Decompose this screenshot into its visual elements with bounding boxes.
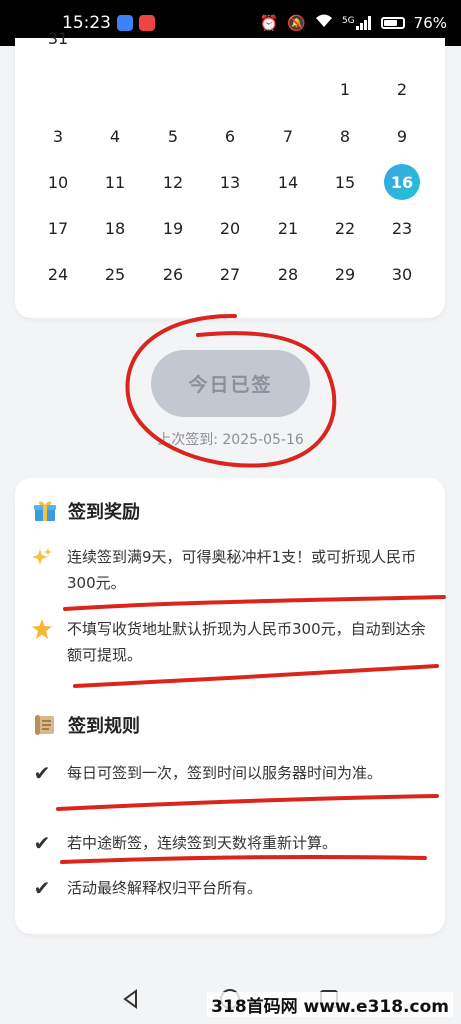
calendar-day[interactable]: 26 bbox=[155, 256, 191, 292]
calendar-day-today[interactable]: 16 bbox=[384, 164, 420, 200]
calendar-day[interactable]: 30 bbox=[384, 256, 420, 292]
rule-text: 若中途断签，连续签到天数将重新计算。 bbox=[67, 834, 338, 852]
calendar-day[interactable]: 31 bbox=[40, 20, 76, 56]
rules-title: 签到规则 bbox=[68, 716, 140, 737]
calendar-day[interactable]: 13 bbox=[212, 164, 248, 200]
calendar-day[interactable]: 29 bbox=[327, 256, 363, 292]
sparkles-icon bbox=[29, 544, 55, 570]
calendar-day[interactable]: 2 bbox=[384, 71, 420, 107]
calendar-day[interactable]: 12 bbox=[155, 164, 191, 200]
check-icon: ✔ bbox=[33, 876, 51, 900]
calendar-day[interactable]: 21 bbox=[270, 210, 306, 246]
calendar-day[interactable]: 25 bbox=[97, 256, 133, 292]
signal-icon: 5G bbox=[342, 16, 372, 30]
network-type: 5G bbox=[341, 16, 355, 26]
calendar-day[interactable]: 18 bbox=[97, 210, 133, 246]
calendar-day[interactable]: 28 bbox=[270, 256, 306, 292]
calendar-day[interactable]: 20 bbox=[212, 210, 248, 246]
checkin-button[interactable]: 今日已签 bbox=[151, 350, 310, 417]
calendar-card: 1 2 3 4 5 6 7 8 9 10 11 12 13 14 15 16 17 18 19 20 21 22 23 24 2… bbox=[15, 29, 445, 318]
reward-text: 连续签到满9天，可得奥秘冲杆1支！或可折现人民币300元。 bbox=[67, 548, 417, 592]
calendar-day[interactable]: 3 bbox=[40, 118, 76, 154]
rules-header: 签到规则 bbox=[32, 712, 140, 738]
check-icon: ✔ bbox=[33, 831, 51, 855]
wifi-icon bbox=[315, 14, 333, 32]
calendar-day[interactable]: 11 bbox=[97, 164, 133, 200]
calendar-day[interactable]: 7 bbox=[270, 118, 306, 154]
calendar-day[interactable]: 8 bbox=[327, 118, 363, 154]
back-icon[interactable] bbox=[118, 986, 144, 1012]
notification-app-icon bbox=[117, 15, 133, 31]
battery-icon bbox=[380, 17, 405, 29]
calendar-day[interactable]: 17 bbox=[40, 210, 76, 246]
calendar-grid: 1 2 3 4 5 6 7 8 9 10 11 12 13 14 15 16 17 18 19 20 21 22 23 24 2… bbox=[15, 29, 445, 318]
rule-text: 每日可签到一次，签到时间以服务器时间为准。 bbox=[67, 764, 383, 782]
calendar-day[interactable]: 5 bbox=[155, 118, 191, 154]
calendar-day[interactable]: 10 bbox=[40, 164, 76, 200]
star-icon bbox=[29, 616, 55, 642]
mute-icon: 🔕 bbox=[287, 14, 306, 32]
rewards-header: 签到奖励 bbox=[32, 498, 140, 524]
reward-text: 不填写收货地址默认折现为人民币300元，自动到达余额可提现。 bbox=[67, 620, 426, 664]
calendar-day[interactable]: 23 bbox=[384, 210, 420, 246]
rewards-title: 签到奖励 bbox=[68, 502, 140, 523]
rule-item: ✔ 活动最终解释权归平台所有。 bbox=[29, 875, 433, 901]
reward-item: 不填写收货地址默认折现为人民币300元，自动到达余额可提现。 bbox=[29, 616, 433, 668]
calendar-day[interactable]: 22 bbox=[327, 210, 363, 246]
rule-text: 活动最终解释权归平台所有。 bbox=[67, 879, 263, 897]
alarm-icon: ⏰ bbox=[259, 14, 279, 32]
calendar-day[interactable]: 15 bbox=[327, 164, 363, 200]
last-checkin-date: 2025-05-16 bbox=[222, 432, 304, 448]
calendar-day[interactable]: 1 bbox=[327, 71, 363, 107]
calendar-day[interactable]: 27 bbox=[212, 256, 248, 292]
battery-percent: 76% bbox=[413, 14, 447, 32]
rule-item: ✔ 每日可签到一次，签到时间以服务器时间为准。 bbox=[29, 760, 433, 786]
last-checkin-info: 上次签到: 2025-05-16 bbox=[0, 429, 461, 449]
scroll-icon bbox=[32, 712, 58, 738]
notification-app-icon bbox=[139, 15, 155, 31]
calendar-day[interactable]: 4 bbox=[97, 118, 133, 154]
last-checkin-label: 上次签到: bbox=[157, 432, 223, 448]
calendar-day[interactable]: 9 bbox=[384, 118, 420, 154]
info-card: 签到奖励 连续签到满9天，可得奥秘冲杆1支！或可折现人民币300元。 不填写收货… bbox=[15, 478, 445, 934]
calendar-day[interactable]: 24 bbox=[40, 256, 76, 292]
gift-icon bbox=[32, 498, 58, 524]
reward-item: 连续签到满9天，可得奥秘冲杆1支！或可折现人民币300元。 bbox=[29, 544, 433, 596]
watermark: 318首码网 www.e318.com bbox=[207, 992, 453, 1017]
calendar-day[interactable]: 14 bbox=[270, 164, 306, 200]
calendar-day[interactable]: 6 bbox=[212, 118, 248, 154]
rule-item: ✔ 若中途断签，连续签到天数将重新计算。 bbox=[29, 830, 433, 856]
calendar-day[interactable]: 19 bbox=[155, 210, 191, 246]
check-icon: ✔ bbox=[33, 761, 51, 785]
